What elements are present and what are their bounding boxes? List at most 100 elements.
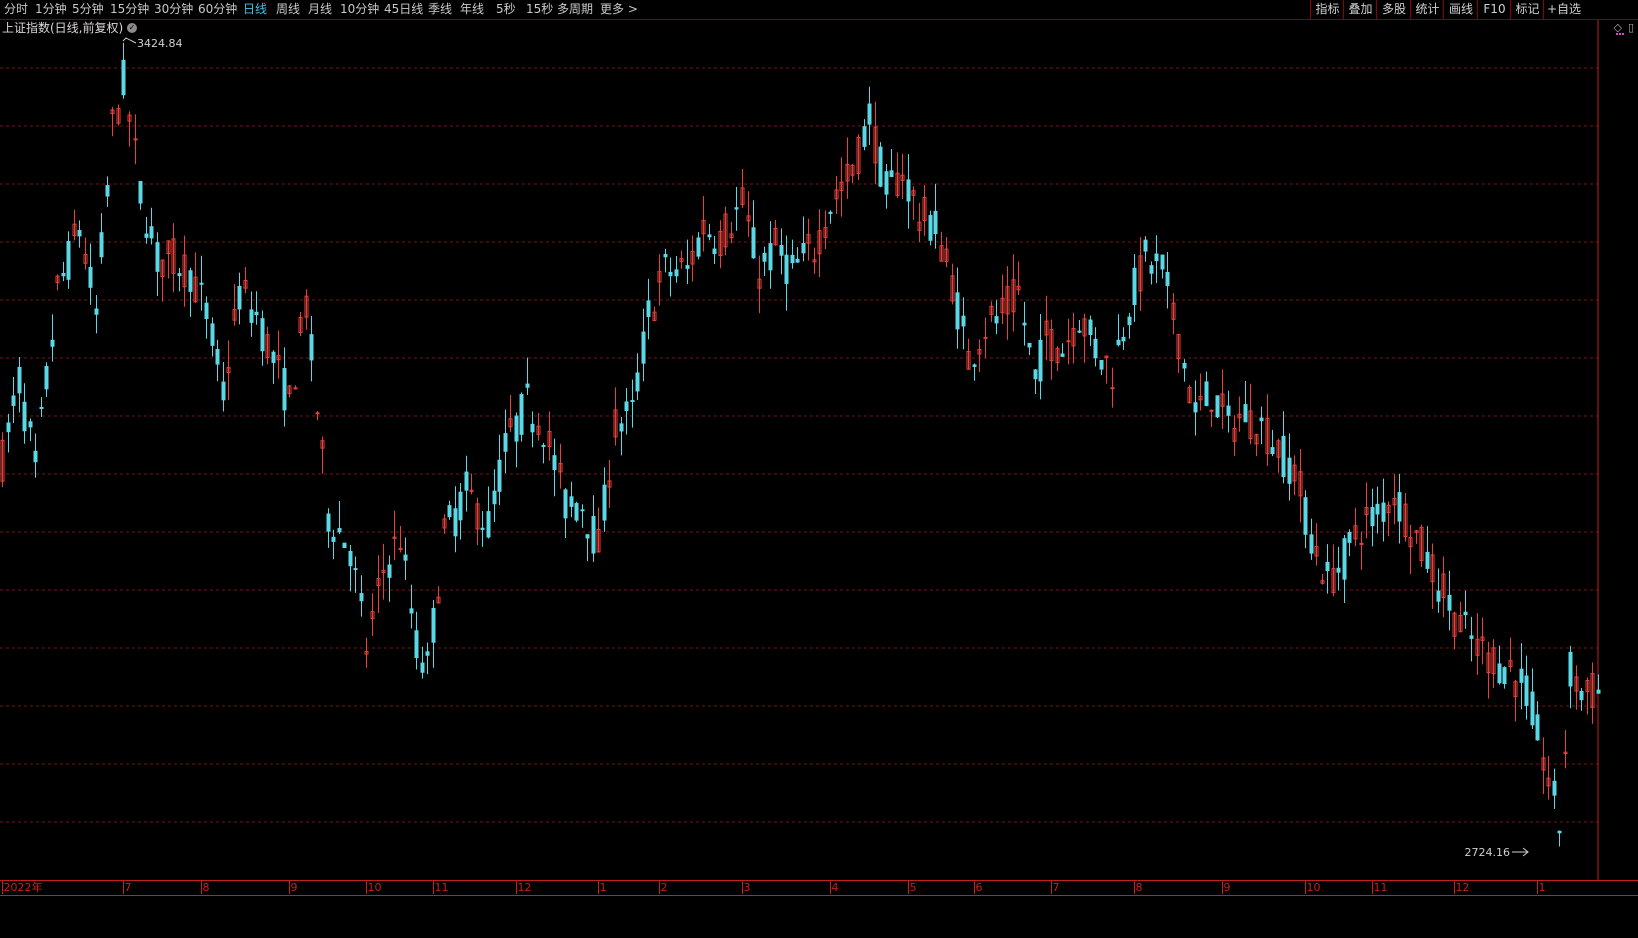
- candle: [1314, 523, 1319, 566]
- low-arrow: [1512, 847, 1529, 857]
- candle-body: [492, 490, 497, 505]
- candle: [823, 210, 828, 250]
- candle: [950, 263, 955, 305]
- candle-body: [204, 302, 209, 320]
- candle: [364, 637, 369, 668]
- candle-body: [862, 126, 867, 147]
- candle: [1143, 236, 1148, 262]
- candle: [353, 556, 358, 593]
- candle: [977, 339, 982, 373]
- candle: [1524, 655, 1529, 720]
- candle-body: [1093, 338, 1098, 359]
- candle: [1392, 474, 1397, 525]
- candle: [1463, 590, 1468, 629]
- candle: [1497, 645, 1502, 685]
- candle: [1386, 501, 1391, 537]
- time-tick-label: 7: [1053, 881, 1060, 894]
- candle-body: [1557, 830, 1562, 834]
- candle-body: [1243, 404, 1248, 423]
- candle: [1005, 266, 1010, 340]
- time-tick-label: 10: [368, 881, 382, 894]
- candle-body: [928, 215, 933, 241]
- candle: [133, 114, 138, 165]
- candle-body: [22, 401, 27, 432]
- candle: [110, 106, 115, 137]
- candle: [806, 218, 811, 261]
- candle-body: [11, 395, 16, 406]
- candle: [1568, 645, 1573, 709]
- candle: [790, 239, 795, 269]
- candle: [409, 584, 414, 629]
- time-tick-label: 8: [203, 881, 210, 894]
- candle: [1187, 384, 1192, 404]
- candle-body: [884, 171, 889, 195]
- candle: [928, 210, 933, 246]
- candle: [1209, 409, 1214, 428]
- candle: [1436, 568, 1441, 613]
- candle: [525, 357, 530, 395]
- time-tick-label: 1: [1539, 881, 1546, 894]
- candle: [469, 473, 474, 495]
- candle-body: [221, 381, 226, 401]
- candle-body: [1160, 254, 1165, 270]
- candle-body: [387, 564, 392, 578]
- candle-body: [530, 423, 535, 433]
- candle: [1475, 613, 1480, 675]
- candle: [1088, 315, 1093, 347]
- candle: [55, 274, 60, 291]
- candle-body: [1502, 667, 1507, 685]
- candle: [1370, 488, 1375, 547]
- candle-body: [121, 59, 126, 96]
- candle: [105, 176, 110, 207]
- candle-body: [464, 471, 469, 491]
- candle: [298, 312, 303, 337]
- candle: [955, 267, 960, 349]
- candle-body: [249, 309, 254, 323]
- candle: [6, 413, 11, 453]
- candle: [458, 483, 463, 540]
- candle-body: [66, 240, 71, 280]
- candle: [1060, 343, 1065, 357]
- candle-body: [1215, 395, 1220, 418]
- candle: [795, 247, 800, 263]
- time-tick-label: 9: [291, 881, 298, 894]
- candle: [447, 500, 452, 520]
- candle: [1215, 395, 1220, 419]
- candle: [1425, 526, 1430, 573]
- candle-body: [1143, 239, 1148, 252]
- candle: [1298, 448, 1303, 523]
- candlestick-chart[interactable]: 3424.842724.16 2022年 7 8 9 10 11 12 1 2 3 4 5 6 7 8 9 10…: [0, 0, 1638, 938]
- candle: [812, 247, 817, 274]
- candle: [1359, 531, 1364, 570]
- candle: [431, 599, 436, 668]
- candle: [475, 497, 480, 546]
- candle: [210, 317, 215, 357]
- candle-body: [28, 421, 33, 428]
- candle: [895, 152, 900, 198]
- candle: [144, 216, 149, 244]
- candle: [1419, 524, 1424, 567]
- candle: [1535, 701, 1540, 741]
- candle: [1325, 544, 1330, 594]
- candle: [751, 200, 756, 259]
- candle: [1469, 616, 1474, 662]
- candle: [0, 432, 5, 487]
- candle: [260, 310, 265, 366]
- candle: [1237, 396, 1242, 432]
- candle-body: [237, 285, 242, 310]
- candle: [1276, 438, 1281, 473]
- candle: [1596, 674, 1601, 694]
- candle-body: [906, 179, 911, 202]
- candle: [99, 213, 104, 264]
- candle-body: [1022, 322, 1027, 326]
- candle-body: [1116, 339, 1121, 346]
- candle: [1226, 390, 1231, 433]
- candle-body: [144, 233, 149, 238]
- candle-body: [50, 339, 55, 347]
- candle-body: [254, 311, 259, 316]
- candle: [282, 347, 287, 427]
- candle: [1038, 313, 1043, 400]
- candle: [663, 248, 668, 273]
- candle: [801, 216, 806, 262]
- candle: [1519, 643, 1524, 710]
